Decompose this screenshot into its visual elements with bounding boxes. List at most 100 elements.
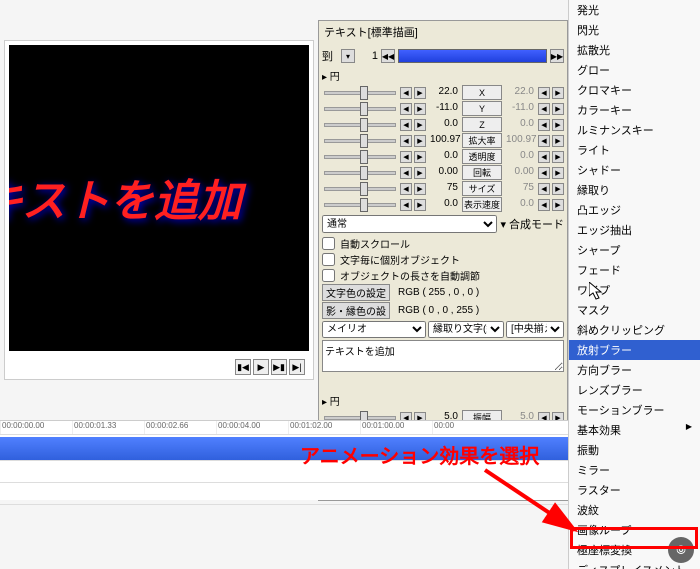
slider-track[interactable] (324, 187, 396, 191)
step-up-r[interactable]: ▶ (552, 151, 564, 163)
slider-track[interactable] (324, 155, 396, 159)
step-down[interactable]: ◀ (400, 183, 412, 195)
step-down[interactable]: ◀ (400, 151, 412, 163)
step-down-r[interactable]: ◀ (538, 119, 550, 131)
step-up-r[interactable]: ▶ (552, 167, 564, 179)
param-button[interactable]: 表示速度 (462, 197, 502, 212)
step-down-r[interactable]: ◀ (538, 103, 550, 115)
end-button[interactable]: ▶| (289, 359, 305, 375)
menu-item[interactable]: エッジ抽出 (569, 220, 700, 240)
menu-item[interactable]: 波紋 (569, 500, 700, 520)
frame-next[interactable]: ▶▶ (550, 49, 564, 63)
next-button[interactable]: ▶▮ (271, 359, 287, 375)
slider-track[interactable] (324, 416, 396, 420)
align-select[interactable]: [中央揃え(中 (506, 321, 564, 338)
menu-item[interactable]: 凸エッジ (569, 200, 700, 220)
param-button[interactable]: 拡大率 (462, 133, 502, 148)
menu-item[interactable]: レンズブラー (569, 380, 700, 400)
step-down-r[interactable]: ◀ (538, 183, 550, 195)
menu-item[interactable]: 発光 (569, 0, 700, 20)
step-down[interactable]: ◀ (400, 167, 412, 179)
menu-item[interactable]: 拡散光 (569, 40, 700, 60)
frame-prev[interactable]: ◀◀ (381, 49, 395, 63)
play-button[interactable]: ▶ (253, 359, 269, 375)
menu-item[interactable]: マスク (569, 300, 700, 320)
step-down[interactable]: ◀ (400, 103, 412, 115)
mode-drop[interactable]: ▾ (500, 218, 506, 231)
autoscroll-checkbox[interactable] (322, 237, 335, 250)
text-input[interactable]: テキストを追加 (322, 340, 564, 372)
menu-item[interactable]: ワイプ (569, 280, 700, 300)
step-down[interactable]: ◀ (400, 135, 412, 147)
step-up[interactable]: ▶ (414, 151, 426, 163)
step-up[interactable]: ▶ (414, 167, 426, 179)
menu-item[interactable]: シャドー (569, 160, 700, 180)
menu-item[interactable]: 方向ブラー (569, 360, 700, 380)
param-button[interactable]: サイズ (462, 181, 502, 196)
menu-item[interactable]: 閃光 (569, 20, 700, 40)
menu-item[interactable]: ラスター (569, 480, 700, 500)
menu-item[interactable]: フェード (569, 260, 700, 280)
step-down-r[interactable]: ◀ (538, 199, 550, 211)
menu-item[interactable]: モーションブラー (569, 400, 700, 420)
step-down[interactable]: ◀ (400, 199, 412, 211)
frame-bar[interactable] (398, 49, 547, 63)
menu-item[interactable]: クロマキー (569, 80, 700, 100)
menu-item[interactable]: 基本効果▶ (569, 420, 700, 440)
track-3[interactable] (0, 483, 568, 505)
step-up-r[interactable]: ▶ (552, 119, 564, 131)
menu-item[interactable]: 放射ブラー (569, 340, 700, 360)
param-button[interactable]: 回転 (462, 165, 502, 180)
step-up[interactable]: ▶ (414, 135, 426, 147)
step-up[interactable]: ▶ (414, 199, 426, 211)
slider-track[interactable] (324, 91, 396, 95)
font-select[interactable]: メイリオ (322, 321, 426, 338)
param-button[interactable]: 透明度 (462, 149, 502, 164)
menu-item[interactable]: ミラー (569, 460, 700, 480)
step-up-r[interactable]: ▶ (552, 103, 564, 115)
menu-item[interactable]: 縁取り (569, 180, 700, 200)
step-down-r[interactable]: ◀ (538, 135, 550, 147)
prev-button[interactable]: ▮◀ (235, 359, 251, 375)
param-button[interactable]: X (462, 85, 502, 100)
menu-item[interactable]: ルミナンスキー (569, 120, 700, 140)
track-1[interactable] (0, 437, 568, 461)
step-up[interactable]: ▶ (414, 119, 426, 131)
frame-dropdown[interactable]: ▾ (341, 49, 355, 63)
section2-toggle[interactable]: ▸ 円 (322, 393, 340, 408)
menu-item[interactable]: 振動 (569, 440, 700, 460)
slider-track[interactable] (324, 139, 396, 143)
step-up[interactable]: ▶ (414, 87, 426, 99)
step-down[interactable]: ◀ (400, 87, 412, 99)
step-up-r[interactable]: ▶ (552, 87, 564, 99)
step-up-r[interactable]: ▶ (552, 135, 564, 147)
shadowcolor-button[interactable]: 影・縁色の設定 (322, 302, 390, 319)
step-up[interactable]: ▶ (414, 103, 426, 115)
slider-track[interactable] (324, 123, 396, 127)
slider-track[interactable] (324, 107, 396, 111)
section-toggle[interactable]: ▸ 円 (322, 68, 340, 83)
float-button[interactable]: ⦾ (668, 537, 694, 563)
menu-item[interactable]: ライト (569, 140, 700, 160)
blend-mode-select[interactable]: 通常 (322, 215, 497, 233)
textcolor-button[interactable]: 文字色の設定 (322, 284, 390, 301)
step-down-r[interactable]: ◀ (538, 87, 550, 99)
step-up-r[interactable]: ▶ (552, 183, 564, 195)
step-up-r[interactable]: ▶ (552, 199, 564, 211)
param-button[interactable]: Y (462, 101, 502, 116)
slider-track[interactable] (324, 203, 396, 207)
step-up[interactable]: ▶ (414, 183, 426, 195)
slider-track[interactable] (324, 171, 396, 175)
autolength-checkbox[interactable] (322, 269, 335, 282)
menu-item[interactable]: シャープ (569, 240, 700, 260)
param-button[interactable]: Z (462, 117, 502, 132)
outline-select[interactable]: 縁取り文字(細) (428, 321, 504, 338)
menu-item[interactable]: グロー (569, 60, 700, 80)
step-down[interactable]: ◀ (400, 119, 412, 131)
perchar-checkbox[interactable] (322, 253, 335, 266)
step-down-r[interactable]: ◀ (538, 151, 550, 163)
menu-item[interactable]: 斜めクリッピング (569, 320, 700, 340)
menu-item[interactable]: カラーキー (569, 100, 700, 120)
track-2[interactable] (0, 461, 568, 483)
step-down-r[interactable]: ◀ (538, 167, 550, 179)
